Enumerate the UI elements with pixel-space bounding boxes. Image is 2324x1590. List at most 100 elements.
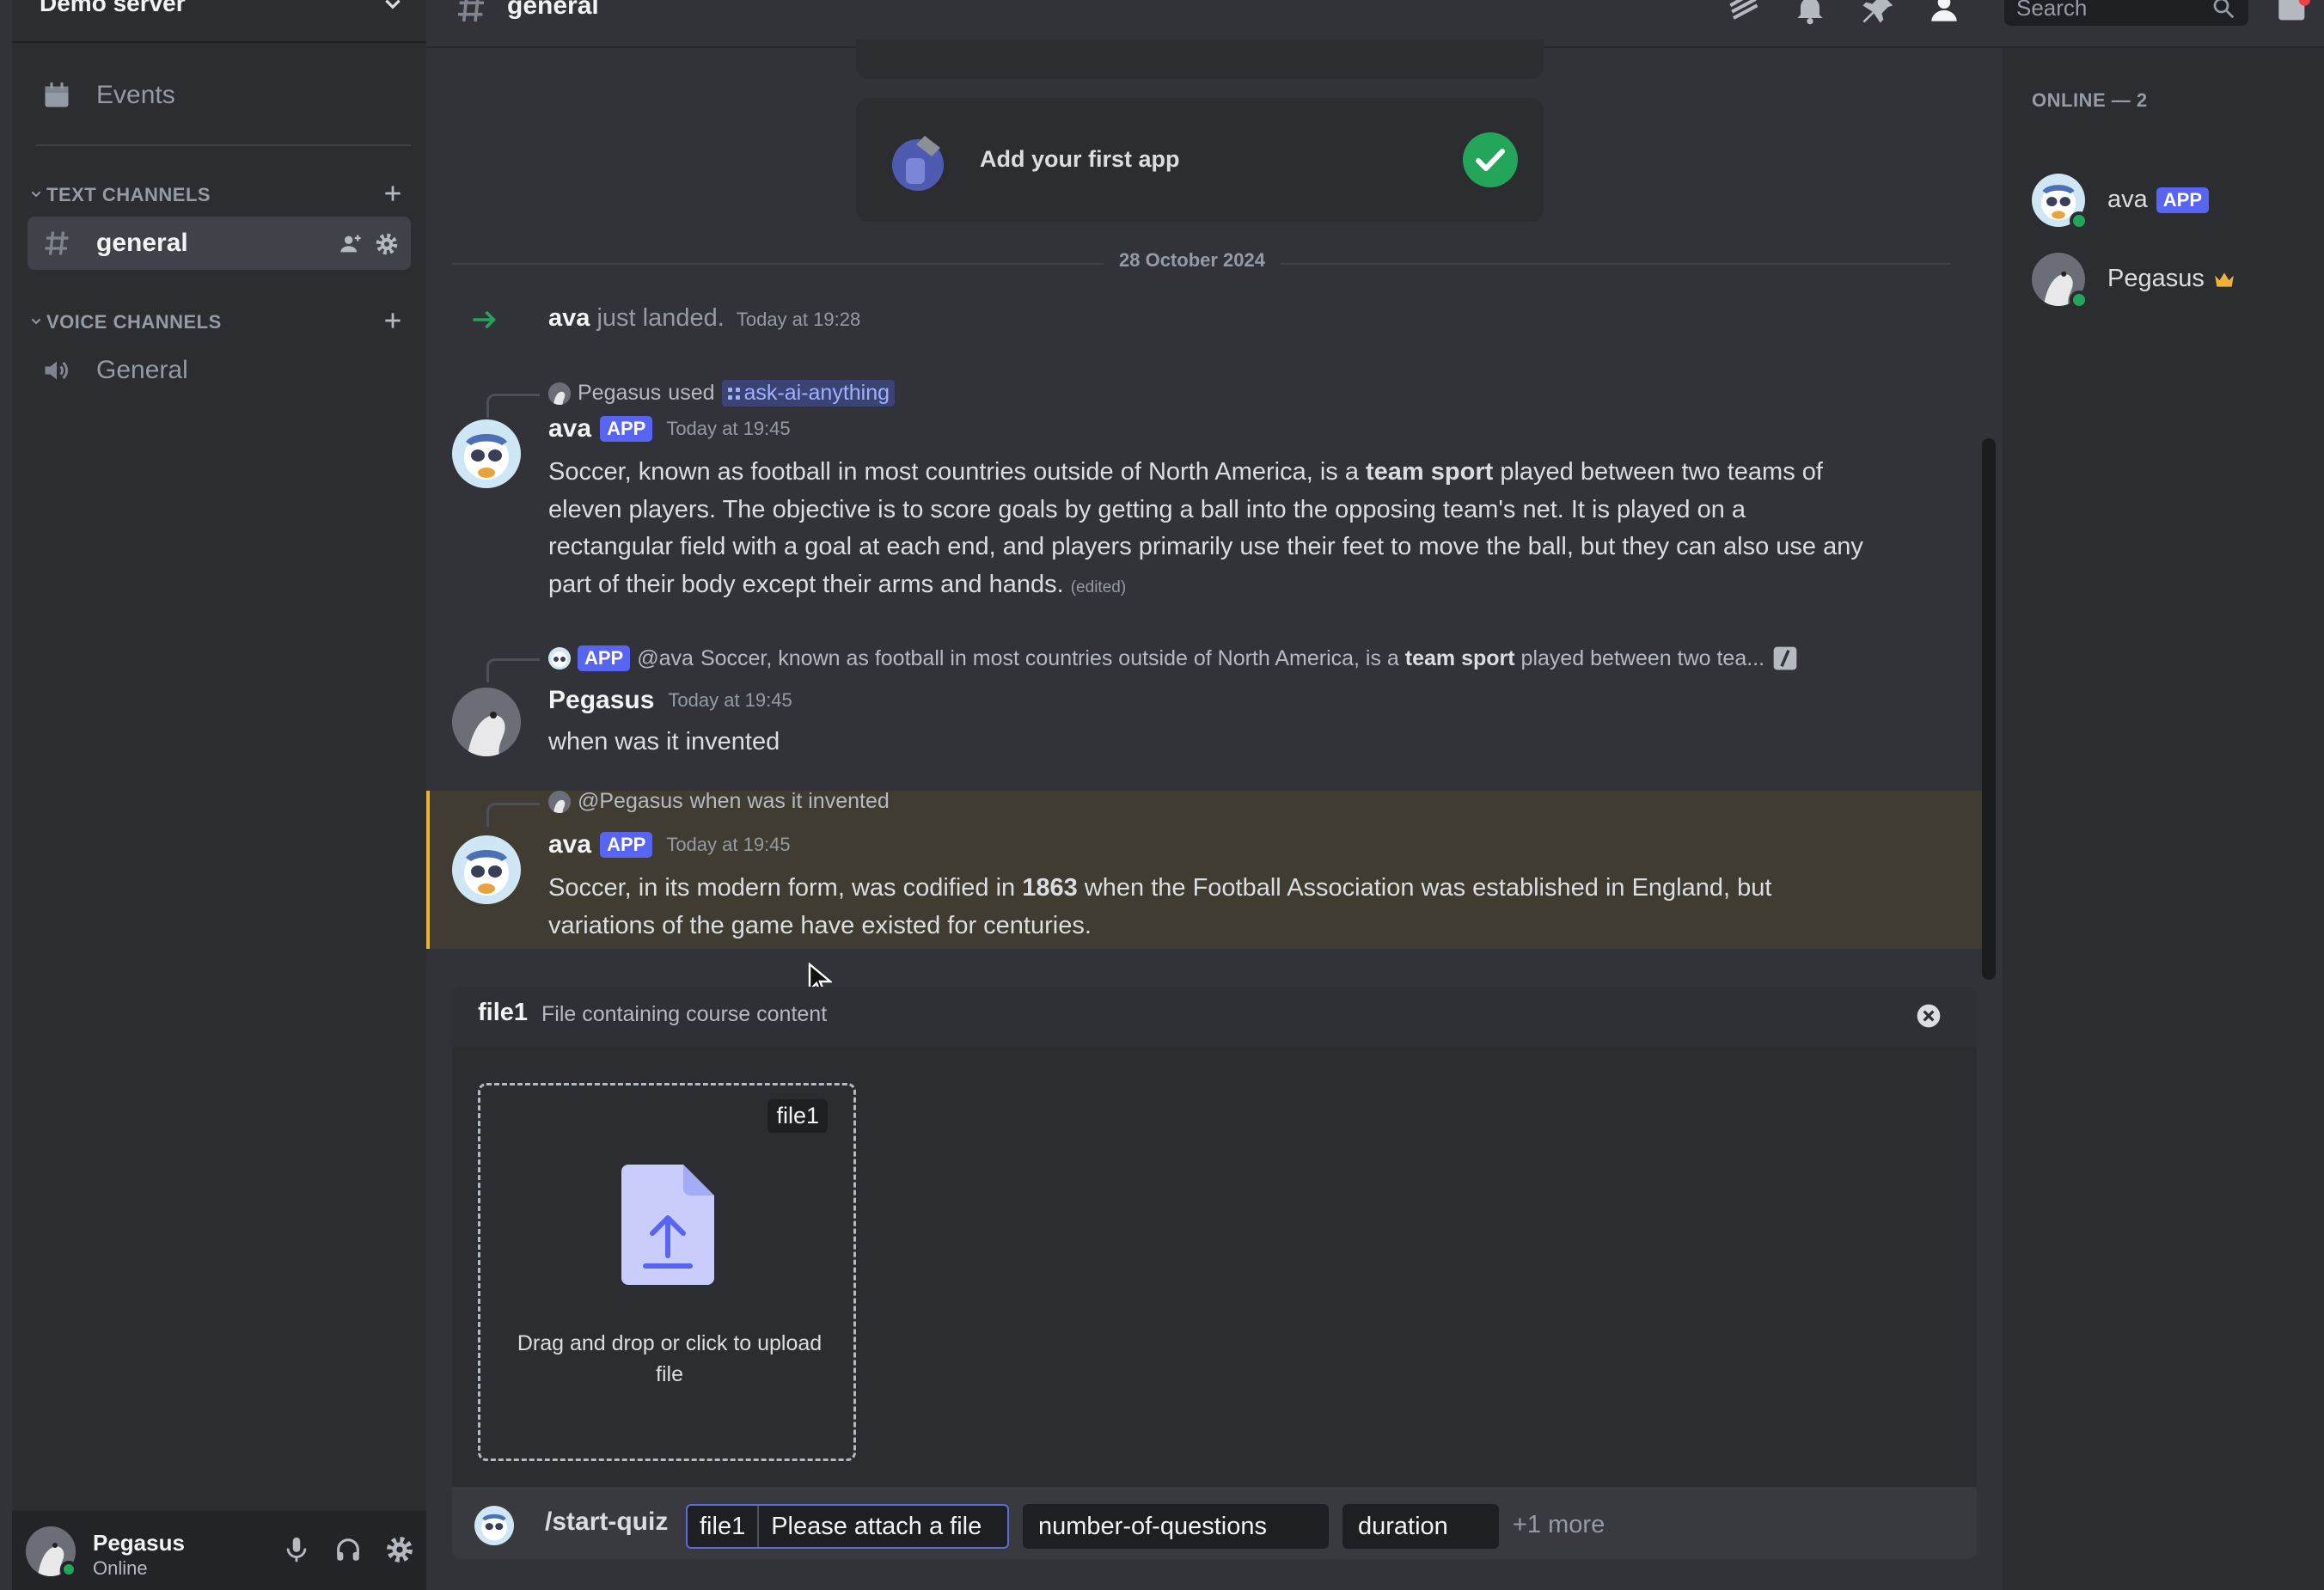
- reply-context[interactable]: Pegasus used ask-ai-anything: [548, 380, 896, 407]
- category-voice-channels[interactable]: VOICE CHANNELS: [19, 306, 419, 337]
- reply-mention: @ava: [637, 645, 694, 670]
- file-upload-panel: file1 File containing course content fil…: [452, 987, 1977, 1556]
- mic-icon[interactable]: [282, 1535, 311, 1564]
- checklist-item[interactable]: Add your first app: [856, 98, 1544, 222]
- add-member-icon[interactable]: [339, 232, 363, 256]
- server-header[interactable]: Demo server: [12, 0, 426, 43]
- author-name[interactable]: Pegasus: [548, 686, 654, 715]
- option-description: File containing course content: [541, 1002, 828, 1026]
- page-title: general: [507, 0, 599, 20]
- crown-icon: [2213, 270, 2235, 289]
- reply-spine: [486, 394, 540, 418]
- avatar: [548, 647, 571, 670]
- threads-icon[interactable]: [1724, 0, 1762, 28]
- join-text: just landed.: [596, 304, 725, 332]
- arrow-right-icon: [469, 304, 500, 335]
- channel-sidebar: Demo server Events TEXT CHANNELS general: [12, 0, 426, 1590]
- message-header: ava APP Today at 19:45: [548, 830, 791, 859]
- upload-file-icon: [621, 1165, 714, 1285]
- hash-icon: [41, 228, 72, 259]
- chevron-down-icon: [29, 315, 43, 328]
- reply-used-text: used: [668, 381, 715, 405]
- headphones-icon[interactable]: [333, 1535, 363, 1564]
- member-name-row: Pegasus: [2107, 265, 2235, 293]
- user-panel: Pegasus Online: [12, 1511, 426, 1590]
- gear-icon[interactable]: [375, 232, 399, 256]
- reply-context[interactable]: @Pegasus when was it invented: [548, 789, 890, 814]
- message-header: Pegasus Today at 19:45: [548, 686, 792, 715]
- edited-label: (edited): [1070, 578, 1127, 596]
- app-badge: APP: [600, 416, 653, 442]
- member-list: ONLINE — 2 ava APP Pegasus: [2003, 48, 2324, 1590]
- command-name: /start-quiz: [545, 1507, 669, 1536]
- avatar: [474, 1506, 514, 1545]
- members-icon[interactable]: [1925, 0, 1963, 28]
- message-header: ava APP Today at 19:45: [548, 414, 791, 443]
- option-value: Please attach a file: [771, 1512, 982, 1540]
- system-message: ava just landed. Today at 19:28: [548, 304, 860, 333]
- author-name[interactable]: ava: [548, 414, 591, 443]
- member-name: Pegasus: [2107, 265, 2205, 292]
- app-badge: APP: [2156, 187, 2210, 213]
- plus-icon[interactable]: [382, 309, 404, 332]
- reply-spine: [486, 658, 540, 682]
- channel-actions: [339, 232, 399, 256]
- timestamp: Today at 19:45: [668, 689, 792, 711]
- scrollbar[interactable]: [1982, 438, 1996, 980]
- member-item[interactable]: Pegasus: [2032, 248, 2307, 311]
- dropzone-tag: file1: [768, 1099, 828, 1133]
- close-circle-icon[interactable]: [1915, 1002, 1942, 1030]
- timestamp: Today at 19:28: [736, 309, 861, 330]
- reply-user: Pegasus: [578, 381, 662, 405]
- reply-context[interactable]: APP @ava Soccer, known as football in mo…: [548, 645, 1799, 672]
- member-list-header: ONLINE — 2: [2032, 89, 2148, 111]
- member-name: ava: [2107, 186, 2148, 213]
- checklist-card: [856, 40, 1544, 79]
- option-key: duration: [1358, 1512, 1448, 1540]
- header-toolbar: [1724, 0, 1963, 28]
- category-text-channels[interactable]: TEXT CHANNELS: [19, 179, 419, 210]
- inbox-icon[interactable]: [2276, 0, 2310, 28]
- slash-icon: [1771, 645, 1799, 672]
- pin-icon[interactable]: [1858, 0, 1896, 28]
- sidebar-item-label: General: [96, 356, 188, 384]
- join-user[interactable]: ava: [548, 304, 590, 332]
- option-key: file1: [688, 1506, 760, 1547]
- author-name[interactable]: ava: [548, 830, 591, 859]
- user-name[interactable]: Pegasus: [93, 1530, 185, 1556]
- sidebar-item-general[interactable]: general: [28, 217, 411, 270]
- reply-snippet: when was it invented: [689, 789, 890, 813]
- command-pill[interactable]: ask-ai-anything: [721, 380, 896, 407]
- command-option-number-of-questions[interactable]: number-of-questions: [1023, 1504, 1329, 1549]
- reply-snippet: Soccer, known as football in most countr…: [700, 645, 1765, 670]
- reply-mention: @Pegasus: [578, 789, 683, 813]
- online-status-indicator: [60, 1561, 77, 1578]
- hash-icon: [454, 0, 488, 26]
- sidebar-item-label: Events: [96, 81, 175, 109]
- command-option-file1[interactable]: file1 Please attach a file: [686, 1504, 1009, 1549]
- sidebar-item-voice-general[interactable]: General: [28, 344, 411, 397]
- avatar: [548, 790, 571, 813]
- file-dropzone[interactable]: file1 Drag and drop or click to upload f…: [478, 1083, 856, 1461]
- more-options[interactable]: +1 more: [1513, 1511, 1605, 1539]
- avatar[interactable]: [452, 835, 521, 904]
- search-input[interactable]: Search: [2004, 0, 2248, 26]
- sidebar-item-events[interactable]: Events: [28, 69, 411, 122]
- chevron-down-icon[interactable]: [382, 0, 404, 15]
- category-label: VOICE CHANNELS: [46, 311, 222, 333]
- avatar[interactable]: [452, 688, 521, 756]
- gear-icon[interactable]: [385, 1535, 414, 1564]
- bell-icon[interactable]: [1791, 0, 1829, 28]
- plus-icon[interactable]: [382, 182, 404, 205]
- avatar[interactable]: [452, 419, 521, 488]
- chat-area: Add your first app 28 October 2024 ava j…: [426, 40, 1996, 1590]
- calendar-icon: [41, 80, 72, 111]
- command-option-duration[interactable]: duration: [1342, 1504, 1499, 1549]
- avatar: [548, 382, 571, 405]
- message-body: Soccer, in its modern form, was codified…: [548, 874, 1772, 939]
- speaker-icon: [41, 355, 72, 386]
- timestamp: Today at 19:45: [666, 418, 791, 439]
- member-item[interactable]: ava APP: [2032, 168, 2307, 232]
- online-status-indicator: [2070, 211, 2089, 230]
- option-name: file1: [478, 999, 529, 1026]
